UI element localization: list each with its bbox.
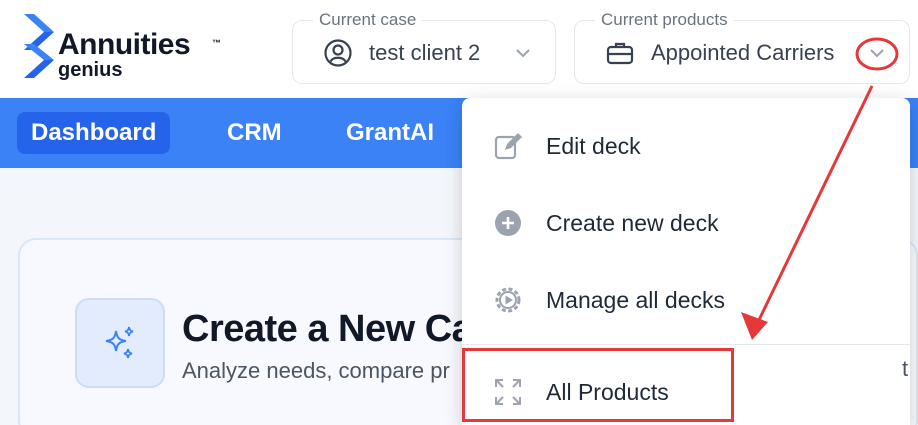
nav-grantai[interactable]: GrantAI xyxy=(332,112,448,154)
edit-icon xyxy=(492,130,524,162)
annuities-genius-logo[interactable]: Annuities ™ genius xyxy=(22,14,232,84)
overflow-text-fragment: t xyxy=(902,356,909,381)
current-products-legend: Current products xyxy=(595,10,734,30)
top-header: Annuities ™ genius Current case test cli… xyxy=(0,0,918,98)
current-products-value: Appointed Carriers xyxy=(651,40,835,65)
logo-trademark: ™ xyxy=(212,38,221,48)
logo-subtitle: genius xyxy=(58,59,123,81)
chevron-down-icon[interactable] xyxy=(867,43,887,63)
sparkles-icon xyxy=(105,326,134,359)
card-subtitle: Analyze needs, compare pr xyxy=(182,358,450,383)
annotation-highlight-box xyxy=(462,348,734,422)
card-title: Create a New Ca xyxy=(182,308,473,350)
current-case-legend: Current case xyxy=(313,10,423,30)
menu-item-label: Edit deck xyxy=(546,132,641,159)
menu-divider xyxy=(462,344,910,345)
menu-item-label: Manage all decks xyxy=(546,286,725,313)
menu-item-label: Create new deck xyxy=(546,209,719,236)
menu-item-manage-all-decks[interactable]: Manage all decks xyxy=(462,270,910,330)
nav-crm[interactable]: CRM xyxy=(213,112,296,154)
briefcase-icon xyxy=(606,42,634,65)
current-products-selector[interactable]: Current products Appointed Carriers xyxy=(574,10,910,84)
current-case-selector[interactable]: Current case test client 2 xyxy=(292,10,556,84)
logo-mark-icon xyxy=(24,14,54,78)
sparkles-icon-tile xyxy=(75,298,165,388)
logo-wordmark: Annuities xyxy=(58,28,191,61)
gear-play-icon xyxy=(492,284,524,316)
nav-dashboard[interactable]: Dashboard xyxy=(17,112,171,154)
current-case-value: test client 2 xyxy=(369,40,481,65)
menu-item-edit-deck[interactable]: Edit deck xyxy=(462,116,910,176)
menu-item-create-new-deck[interactable]: Create new deck xyxy=(462,193,910,253)
chevron-down-icon[interactable] xyxy=(513,43,533,63)
plus-circle-icon xyxy=(492,207,524,239)
user-circle-icon xyxy=(324,39,352,67)
